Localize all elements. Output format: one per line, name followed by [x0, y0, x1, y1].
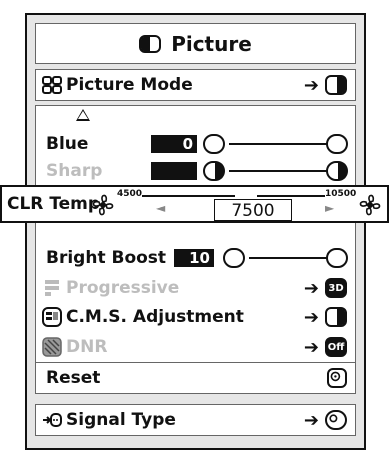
bright-boost-row[interactable]: Bright Boost 10 — [36, 243, 355, 273]
sharp-value — [151, 162, 197, 180]
clr-temp-min-label: 4500 — [117, 189, 143, 199]
dnr-icon — [42, 337, 62, 357]
progressive-icon — [45, 280, 59, 296]
signal-type-section: Signal Type ➔ — [35, 404, 356, 436]
picture-mode-row[interactable]: Picture Mode ➔ — [36, 70, 355, 100]
signal-submenu-icon — [325, 410, 347, 430]
bright-boost-value: 10 — [174, 249, 214, 267]
dnr-off-icon: Off — [325, 337, 347, 357]
reset-section: Reset — [35, 362, 356, 394]
scroll-up-triangle-icon[interactable] — [76, 109, 90, 121]
progressive-label: Progressive — [66, 278, 180, 298]
dnr-label: DNR — [66, 337, 108, 357]
picture-menu-panel: Picture Picture Mode ➔ Blue 0 Sharp Brig… — [25, 13, 366, 450]
dnr-row[interactable]: DNR ➔ Off — [36, 332, 355, 362]
bright-boost-max-icon — [326, 248, 348, 268]
menu-title: Picture — [171, 31, 252, 56]
sharp-slider[interactable] — [229, 170, 327, 172]
bright-boost-min-icon — [223, 248, 245, 268]
arrow-right-icon: ➔ — [303, 277, 319, 299]
sharp-max-icon — [326, 161, 348, 181]
cms-adjustment-row[interactable]: C.M.S. Adjustment ➔ — [36, 302, 355, 332]
picture-mode-label: Picture Mode — [66, 75, 193, 95]
arrow-right-icon: ➔ — [303, 74, 319, 96]
arrow-right-icon: ➔ — [303, 336, 319, 358]
blue-row[interactable]: Blue 0 — [36, 129, 355, 159]
adjustment-section: Blue 0 Sharp Bright Boost 10 Progressive… — [35, 105, 356, 378]
reset-row[interactable]: Reset — [36, 363, 355, 393]
cms-icon — [42, 307, 62, 327]
blue-label: Blue — [46, 134, 89, 154]
fan-icon — [359, 194, 381, 216]
submenu-icon — [325, 307, 347, 327]
clr-temp-label: CLR Temp — [7, 194, 101, 214]
clr-temp-value: 7500 — [214, 199, 292, 221]
reset-icon — [327, 368, 347, 388]
submenu-icon — [325, 75, 347, 95]
sharp-min-icon — [203, 161, 225, 181]
cms-adjustment-label: C.M.S. Adjustment — [66, 307, 244, 327]
picture-mode-section: Picture Mode ➔ — [35, 69, 356, 101]
signal-icon — [43, 413, 62, 427]
clr-temp-row[interactable]: CLR Temp 4500 10500 ◄ 7500 ► — [0, 185, 389, 223]
arrow-right-icon: ➔ — [303, 306, 319, 328]
clr-temp-slider-thumb[interactable] — [235, 189, 257, 197]
progressive-row[interactable]: Progressive ➔ 3D — [36, 273, 355, 303]
fan-icon — [92, 194, 114, 216]
bright-boost-slider[interactable] — [249, 257, 327, 259]
blue-min-icon — [203, 134, 225, 154]
arrow-right-icon: ➔ — [303, 409, 319, 431]
reset-label: Reset — [46, 368, 101, 388]
picture-mode-icon — [42, 76, 62, 94]
signal-type-label: Signal Type — [66, 410, 176, 430]
blue-max-icon — [326, 134, 348, 154]
menu-title-bar: Picture — [35, 23, 356, 64]
clr-temp-slider[interactable] — [142, 195, 325, 197]
left-arrow-icon[interactable]: ◄ — [156, 201, 165, 215]
picture-icon — [139, 34, 162, 53]
sharp-row[interactable]: Sharp — [36, 156, 355, 186]
right-arrow-icon[interactable]: ► — [325, 201, 334, 215]
progressive-3d-icon: 3D — [325, 278, 347, 298]
blue-slider[interactable] — [229, 143, 327, 145]
blue-value: 0 — [151, 135, 197, 153]
bright-boost-label: Bright Boost — [46, 248, 167, 268]
sharp-label: Sharp — [46, 161, 103, 181]
signal-type-row[interactable]: Signal Type ➔ — [36, 405, 355, 435]
clr-temp-max-label: 10500 — [325, 189, 357, 199]
